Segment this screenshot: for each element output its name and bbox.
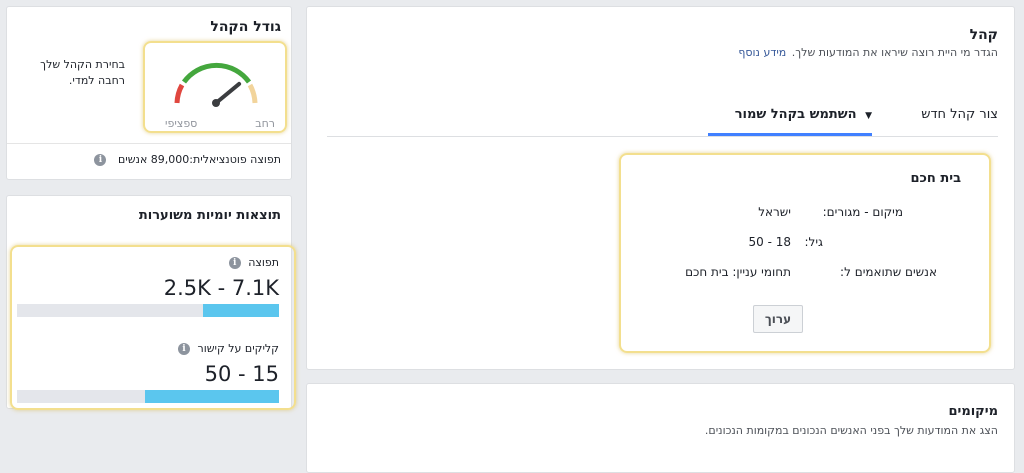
saved-audience-highlight <box>619 153 991 353</box>
audience-subtitle: הגדר מי היית רוצה שיראו את המודעות שלך. <box>791 46 998 59</box>
tab-create-new-audience[interactable]: צור קהל חדש <box>921 107 998 122</box>
daily-results-highlight <box>10 245 296 410</box>
placements-subtitle: הצג את המודעות שלך בפני האנשים הנכונים ב… <box>704 424 998 437</box>
audience-description-line2: רחבה למדי. <box>68 74 125 87</box>
daily-results-title: תוצאות יומיות משוערות <box>138 208 281 223</box>
tab-use-saved-audience-label: השתמש בקהל שמור <box>734 107 857 122</box>
gauge-highlight <box>143 41 287 133</box>
audience-size-title: גודל הקהל <box>210 19 281 35</box>
more-info-link[interactable]: מידע נוסף <box>738 46 786 59</box>
audience-card: קהל הגדר מי היית רוצה שיראו את המודעות ש… <box>306 6 1015 370</box>
audience-description: בחירת הקהל שלך רחבה למדי. <box>15 57 125 89</box>
placements-card: מיקומים הצג את המודעות שלך בפני האנשים ה… <box>306 383 1015 473</box>
audience-size-card: גודל הקהל ספציפי רחב בחירת הקהל שלך רחבה… <box>6 6 292 180</box>
potential-reach-row: תפוצה פוטנציאלית:89,000 אנשים i <box>94 153 281 166</box>
potential-reach-text: תפוצה פוטנציאלית:89,000 אנשים <box>117 153 281 166</box>
audience-size-divider <box>7 143 291 144</box>
tabs-divider <box>327 136 998 137</box>
placements-title: מיקומים <box>948 404 998 419</box>
tab-use-saved-audience[interactable]: השתמש בקהל שמור ▼ <box>735 107 872 122</box>
audience-description-line1: בחירת הקהל שלך <box>40 58 125 71</box>
caret-down-icon: ▼ <box>865 111 872 121</box>
audience-subtitle-row: הגדר מי היית רוצה שיראו את המודעות שלך. … <box>738 46 998 59</box>
audience-title: קהל <box>969 27 998 43</box>
info-icon[interactable]: i <box>94 154 107 166</box>
